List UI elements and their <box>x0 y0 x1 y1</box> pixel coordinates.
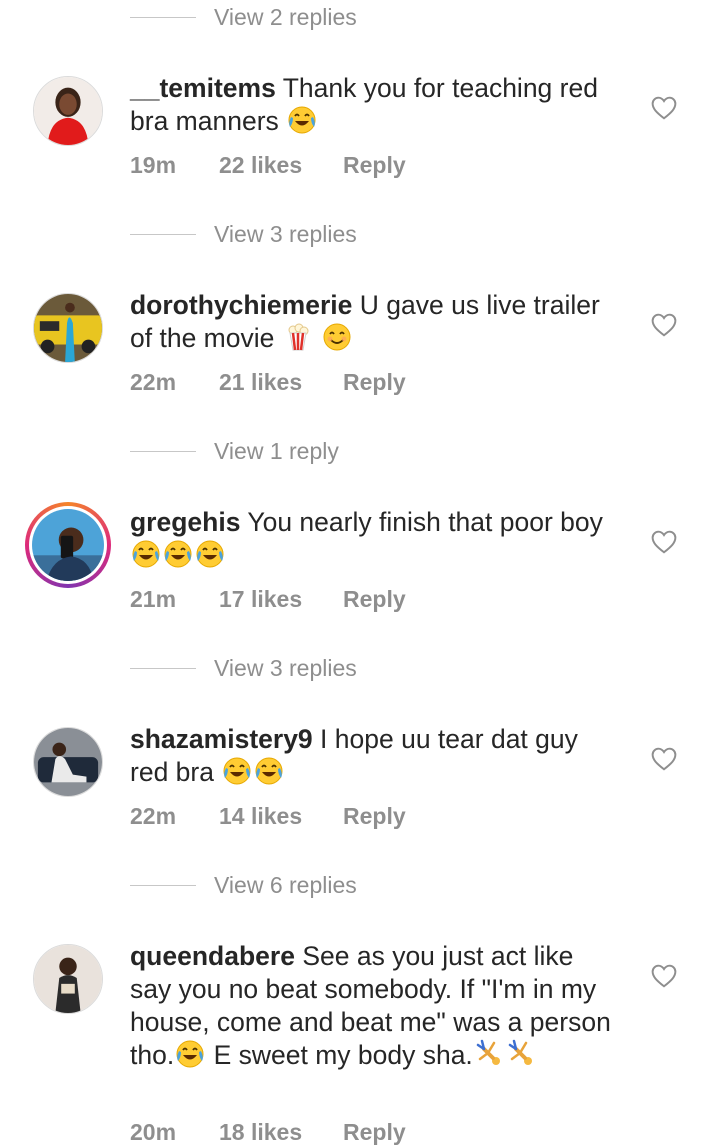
heart-outline-icon[interactable] <box>651 964 677 988</box>
avatar[interactable] <box>33 944 103 1014</box>
heart-outline-icon[interactable] <box>651 96 677 120</box>
comment-text: queendabere See as you just act like say… <box>130 941 611 1070</box>
comment-text: dorothychiemerie U gave us live trailer … <box>130 290 600 353</box>
reply-thread-line <box>130 884 196 886</box>
comment-likes[interactable]: 14 likes <box>219 803 343 830</box>
view-replies-button[interactable]: View 3 replies <box>130 219 357 249</box>
comment-likes[interactable]: 21 likes <box>219 369 343 396</box>
avatar[interactable] <box>33 293 103 363</box>
comment-time: 21m <box>130 585 177 612</box>
tears-of-joy-emoji <box>222 756 252 786</box>
tears-of-joy-emoji <box>254 756 284 786</box>
reply-thread-line <box>130 450 196 452</box>
cartwheel-emoji <box>474 1039 504 1069</box>
view-replies-button[interactable]: View 3 replies <box>130 653 357 683</box>
comment-time: 19m <box>130 151 177 178</box>
tears-of-joy-emoji <box>131 539 161 569</box>
comment-username[interactable]: __temitems <box>130 73 276 103</box>
tears-of-joy-emoji <box>287 105 317 135</box>
heart-outline-icon[interactable] <box>651 313 677 337</box>
popcorn-emoji <box>283 322 313 352</box>
smiling-emoji <box>322 322 352 352</box>
comment-text: __temitems Thank you for teaching red br… <box>130 73 598 136</box>
comment-meta: 19m 22 likes Reply <box>130 150 406 180</box>
view-replies-button[interactable]: View 1 reply <box>130 436 339 466</box>
cartwheel-emoji <box>506 1039 536 1069</box>
avatar[interactable] <box>25 502 111 588</box>
heart-outline-icon[interactable] <box>651 530 677 554</box>
reply-thread-line <box>130 233 196 235</box>
tears-of-joy-emoji <box>175 1039 205 1069</box>
story-ring <box>29 506 107 584</box>
view-replies-button[interactable]: View 2 replies <box>130 2 357 32</box>
comment-username[interactable]: queendabere <box>130 941 295 971</box>
comment-username[interactable]: shazamistery9 <box>130 724 313 754</box>
comment-meta: 22m 14 likes Reply <box>130 801 406 831</box>
reply-button[interactable]: Reply <box>343 369 406 396</box>
comment-meta: 22m 21 likes Reply <box>130 367 406 397</box>
comment-time: 20m <box>130 1118 177 1145</box>
reply-button[interactable]: Reply <box>343 803 406 830</box>
comment-meta: 20m 18 likes Reply <box>130 1117 406 1147</box>
comment-text: shazamistery9 I hope uu tear dat guy red… <box>130 724 578 787</box>
reply-button[interactable]: Reply <box>343 586 406 613</box>
tears-of-joy-emoji <box>163 539 193 569</box>
avatar[interactable] <box>33 76 103 146</box>
tears-of-joy-emoji <box>195 539 225 569</box>
comment-likes[interactable]: 18 likes <box>219 1119 343 1146</box>
comment-username[interactable]: dorothychiemerie <box>130 290 352 320</box>
reply-button[interactable]: Reply <box>343 152 406 179</box>
reply-thread-line <box>130 667 196 669</box>
reply-thread-line <box>130 16 196 18</box>
reply-button[interactable]: Reply <box>343 1119 406 1146</box>
comment-likes[interactable]: 22 likes <box>219 152 343 179</box>
comment-time: 22m <box>130 802 177 829</box>
comment-likes[interactable]: 17 likes <box>219 586 343 613</box>
comment-meta: 21m 17 likes Reply <box>130 584 406 614</box>
comment-username[interactable]: gregehis <box>130 507 240 537</box>
comment-time: 22m <box>130 368 177 395</box>
heart-outline-icon[interactable] <box>651 747 677 771</box>
view-replies-button[interactable]: View 6 replies <box>130 870 357 900</box>
avatar[interactable] <box>33 727 103 797</box>
comment-text: gregehis You nearly finish that poor boy <box>130 506 620 572</box>
